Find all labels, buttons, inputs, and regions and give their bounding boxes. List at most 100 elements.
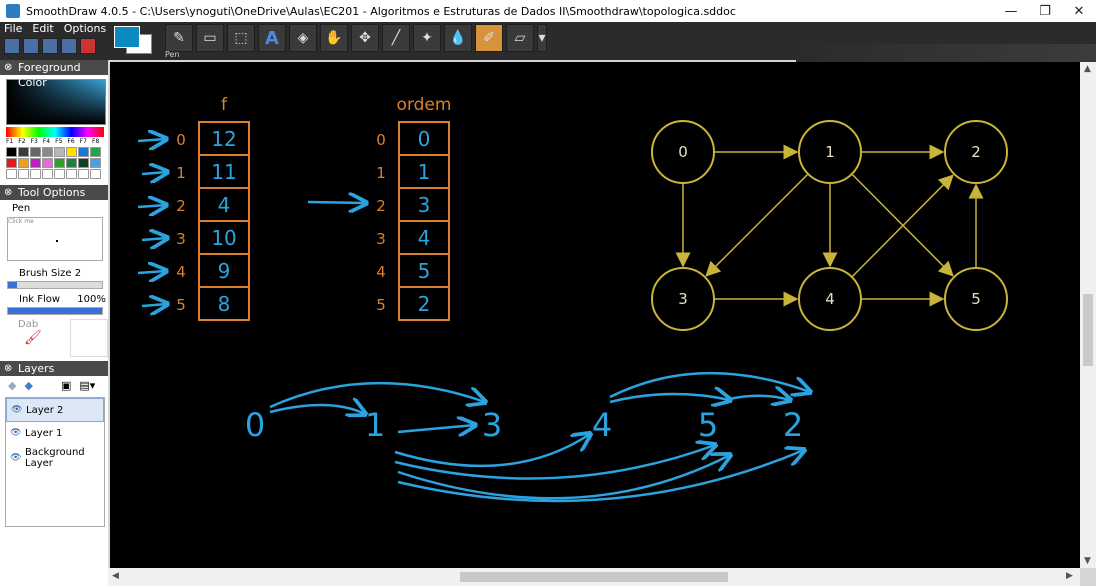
palette-swatch[interactable] bbox=[42, 158, 53, 168]
palette-hotkey: F1 bbox=[6, 138, 14, 145]
palette-hotkey: F3 bbox=[30, 138, 38, 145]
menu-file[interactable]: File bbox=[4, 22, 22, 36]
layer-label: Background Layer bbox=[25, 447, 85, 469]
clear-icon[interactable] bbox=[80, 38, 96, 54]
palette-swatch[interactable] bbox=[18, 158, 29, 168]
ink-arrow bbox=[609, 371, 810, 399]
horizontal-scrollbar[interactable]: ◀ ▶ bbox=[108, 568, 1080, 586]
preview-dot bbox=[56, 240, 58, 242]
app-icon bbox=[6, 4, 20, 18]
vertical-scrollbar[interactable]: ▲ ▼ bbox=[1080, 62, 1096, 568]
menu-options[interactable]: Options bbox=[64, 22, 106, 36]
undo-icon[interactable] bbox=[23, 38, 39, 54]
palette-swatch[interactable] bbox=[66, 147, 77, 157]
close-button[interactable]: ✕ bbox=[1062, 0, 1096, 22]
palette-swatch[interactable] bbox=[66, 158, 77, 168]
layer-item-background[interactable]: 👁 Background Layer bbox=[6, 444, 104, 472]
water-tool-icon[interactable]: 💧 bbox=[444, 24, 472, 52]
layer-icon[interactable] bbox=[61, 38, 77, 54]
horizontal-scroll-thumb[interactable] bbox=[460, 572, 728, 582]
palette-swatch[interactable] bbox=[6, 147, 17, 157]
more-tools-chevron-icon[interactable]: ▾ bbox=[537, 24, 547, 52]
table-ordem-header: ordem bbox=[397, 95, 452, 115]
table-f-value: 4 bbox=[218, 193, 231, 217]
brush-size-slider[interactable] bbox=[7, 281, 103, 289]
fill-tool-icon[interactable]: ◈ bbox=[289, 24, 317, 52]
layers-header[interactable]: Layers bbox=[0, 361, 108, 376]
palette-swatch[interactable] bbox=[42, 169, 53, 179]
table-ordem-value: 4 bbox=[418, 226, 431, 250]
palette-swatch[interactable] bbox=[90, 169, 101, 179]
palette-swatch[interactable] bbox=[54, 147, 65, 157]
palette-swatch[interactable] bbox=[42, 147, 53, 157]
palette-swatch[interactable] bbox=[78, 158, 89, 168]
palette-hotkey: F4 bbox=[42, 138, 51, 145]
maximize-button[interactable]: ❐ bbox=[1028, 0, 1062, 22]
ink-flow-row: Ink Flow 100% bbox=[0, 293, 108, 306]
layer-menu-icon[interactable]: ▤▾ bbox=[79, 379, 95, 392]
ink-flow-value: 100% bbox=[77, 294, 106, 305]
palette-swatch[interactable] bbox=[30, 147, 41, 157]
layer-item-2[interactable]: 👁 Layer 2 bbox=[6, 398, 104, 422]
airbrush-tool-icon[interactable]: ✦ bbox=[413, 24, 441, 52]
palette-swatch[interactable] bbox=[78, 147, 89, 157]
text-tool-icon[interactable]: A bbox=[258, 24, 286, 52]
scroll-left-icon[interactable]: ◀ bbox=[112, 571, 119, 581]
dab-preview[interactable] bbox=[70, 319, 108, 357]
visibility-eye-icon[interactable]: 👁 bbox=[11, 405, 22, 415]
palette-swatch[interactable] bbox=[6, 169, 17, 179]
drawing-canvas[interactable]: f 0 12 1 11 2 4 3 10 4 9 5 8 ordem 0 0 1 1 2 3 3 4 4 5 5 2 0 1 2 3 4 5 0… bbox=[110, 62, 1080, 568]
palette-swatch[interactable] bbox=[90, 158, 101, 168]
table-ordem-value: 3 bbox=[418, 193, 431, 217]
ink-flow-slider[interactable] bbox=[7, 307, 103, 315]
palette-swatch[interactable] bbox=[30, 169, 41, 179]
ink-flow-label: Ink Flow bbox=[19, 294, 61, 305]
palette-swatch[interactable] bbox=[78, 169, 89, 179]
palette-swatch[interactable] bbox=[18, 147, 29, 157]
palette-swatch[interactable] bbox=[6, 158, 17, 168]
palette-swatch[interactable] bbox=[66, 169, 77, 179]
redo-icon[interactable] bbox=[42, 38, 58, 54]
palette-swatch[interactable] bbox=[30, 158, 41, 168]
layer-label: Layer 2 bbox=[26, 404, 64, 416]
select-tool-icon[interactable]: ⬚ bbox=[227, 24, 255, 52]
dab-label: Dab bbox=[18, 319, 39, 330]
menu-edit[interactable]: Edit bbox=[32, 22, 53, 36]
dab-brush-icon[interactable]: 🖌 bbox=[0, 330, 52, 346]
save-icon[interactable] bbox=[4, 38, 20, 54]
visibility-eye-icon[interactable]: 👁 bbox=[10, 453, 21, 463]
marker-tool-icon[interactable]: ✐ bbox=[475, 24, 503, 52]
foreground-color-swatch[interactable] bbox=[114, 26, 140, 48]
pen-tool-icon[interactable]: ✎ bbox=[165, 24, 193, 52]
hand-tool-icon[interactable]: ✋ bbox=[320, 24, 348, 52]
visibility-eye-icon[interactable]: 👁 bbox=[10, 428, 21, 438]
smudge-tool-icon[interactable]: ▱ bbox=[506, 24, 534, 52]
brush-preview[interactable]: Click me bbox=[7, 217, 103, 261]
palette-swatch[interactable] bbox=[90, 147, 101, 157]
tool-options-header[interactable]: Tool Options bbox=[0, 185, 108, 200]
layer-item-1[interactable]: 👁 Layer 1 bbox=[6, 422, 104, 444]
vertical-scroll-thumb[interactable] bbox=[1083, 294, 1093, 366]
minimize-button[interactable]: — bbox=[994, 0, 1028, 22]
color-palette[interactable] bbox=[6, 147, 108, 179]
pointer-arrow bbox=[137, 205, 166, 207]
brush-size-label: Brush Size bbox=[19, 268, 72, 279]
scroll-down-icon[interactable]: ▼ bbox=[1084, 556, 1091, 566]
new-layer-icon[interactable]: ▣ bbox=[61, 379, 71, 392]
brush-tool-icon[interactable]: ╱ bbox=[382, 24, 410, 52]
palette-hotkey: F7 bbox=[79, 138, 87, 145]
brush-size-row: Brush Size 2 bbox=[0, 267, 108, 280]
table-f-value: 10 bbox=[211, 226, 236, 250]
palette-swatch[interactable] bbox=[54, 169, 65, 179]
scroll-right-icon[interactable]: ▶ bbox=[1066, 571, 1073, 581]
foreground-color-header[interactable]: Foreground Color bbox=[0, 60, 108, 89]
palette-swatch[interactable] bbox=[18, 169, 29, 179]
layer-up-icon[interactable]: ◆ bbox=[8, 379, 16, 392]
layer-down-icon[interactable]: ◆ bbox=[24, 379, 32, 392]
palette-swatch[interactable] bbox=[54, 158, 65, 168]
ink-flow-fill bbox=[8, 308, 102, 314]
eraser-tool-icon[interactable]: ▭ bbox=[196, 24, 224, 52]
move-tool-icon[interactable]: ✥ bbox=[351, 24, 379, 52]
scroll-up-icon[interactable]: ▲ bbox=[1084, 64, 1091, 74]
hue-slider[interactable] bbox=[6, 127, 104, 137]
